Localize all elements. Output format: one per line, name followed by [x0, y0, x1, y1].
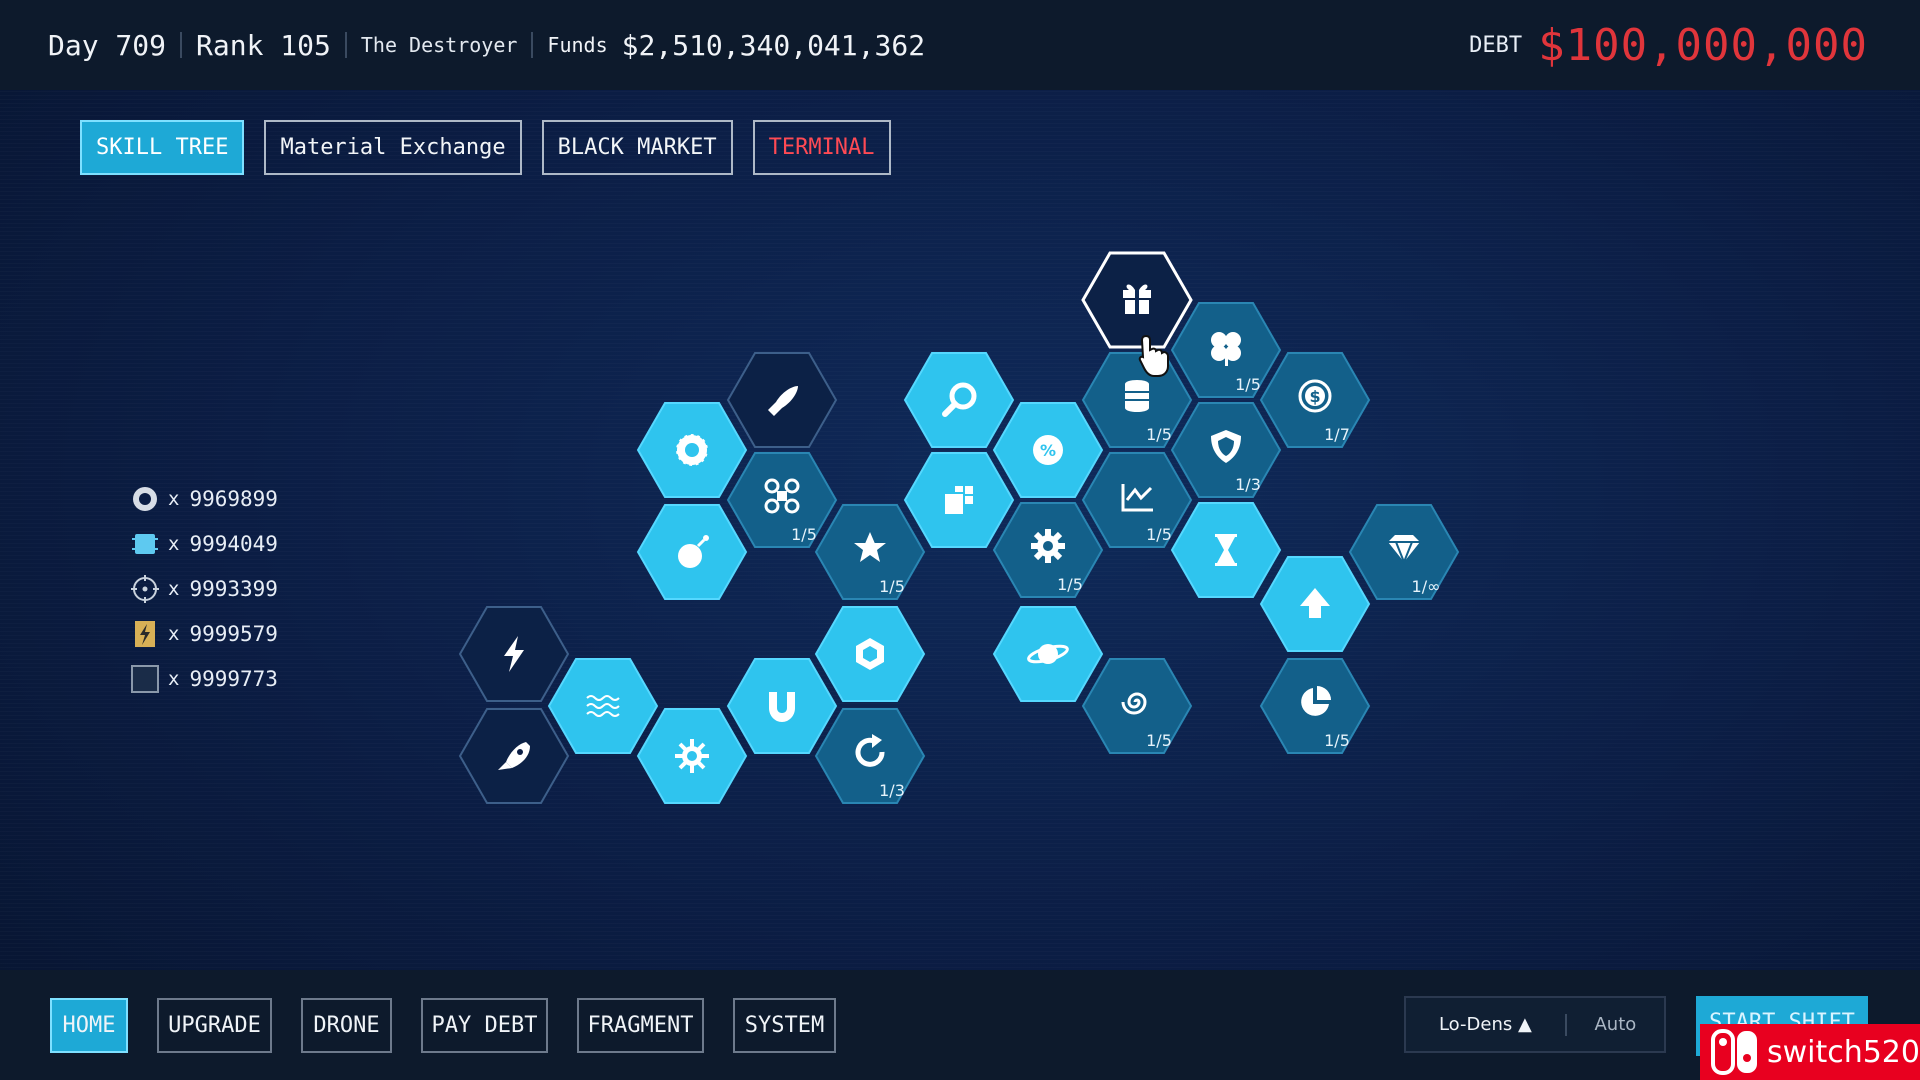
skill-node-diamond[interactable]: 1/∞ — [1349, 504, 1459, 600]
auto-toggle[interactable]: Auto — [1567, 1014, 1664, 1035]
skill-level-label: 1/∞ — [1412, 577, 1441, 596]
pay-debt-button[interactable]: PAY DEBT — [421, 998, 548, 1053]
svg-text:%: % — [1040, 441, 1056, 460]
skill-level-label: 1/5 — [1146, 425, 1172, 444]
skill-node-refresh[interactable]: 1/3 — [815, 708, 925, 804]
skill-node-lightning[interactable] — [459, 606, 569, 702]
svg-text:$: $ — [1309, 387, 1320, 406]
hex-tile — [1082, 452, 1192, 548]
density-dropdown[interactable]: Lo-Dens ▲ — [1406, 1014, 1565, 1035]
skill-level-label: 1/3 — [879, 781, 905, 800]
skill-node-shield[interactable]: 1/3 — [1171, 402, 1281, 498]
cog-icon — [1031, 529, 1065, 563]
system-button[interactable]: SYSTEM — [733, 998, 836, 1053]
watermark-badge: switch520 — [1700, 1024, 1920, 1080]
skill-level-label: 1/5 — [879, 577, 905, 596]
home-button[interactable]: HOME — [50, 998, 128, 1053]
skill-node-magnet[interactable] — [727, 658, 837, 754]
skill-node-coins[interactable]: 1/5 — [1082, 352, 1192, 448]
skill-node-percent[interactable]: % — [993, 402, 1103, 498]
skill-node-arrow-up[interactable] — [1260, 556, 1370, 652]
skill-level-label: 1/5 — [1057, 575, 1083, 594]
drone-button[interactable]: DRONE — [301, 998, 392, 1053]
skill-tree-grid: 1/51/5$1/7%1/31/5 1/51/5 1/5 1/∞1/31/5 1/5 — [459, 251, 1459, 804]
skill-node-waves[interactable] — [548, 658, 658, 754]
hex-tile — [904, 352, 1014, 448]
skill-level-label: 1/7 — [1324, 425, 1350, 444]
skill-node-bullet[interactable] — [727, 352, 837, 448]
skill-node-bomb[interactable] — [637, 504, 747, 600]
switch-logo-icon — [1708, 1029, 1763, 1075]
skill-node-spiral[interactable]: 1/5 — [1082, 658, 1192, 754]
skill-node-clover[interactable]: 1/5 — [1171, 302, 1281, 398]
skill-node-cog[interactable]: 1/5 — [993, 502, 1103, 598]
density-selector[interactable]: Lo-Dens ▲ Auto — [1404, 996, 1666, 1053]
skill-node-chart[interactable]: 1/5 — [1082, 452, 1192, 548]
skill-node-pie[interactable]: 1/5 — [1260, 658, 1370, 754]
skill-node-star[interactable]: 1/5 — [815, 504, 925, 600]
watermark-text: switch520 — [1766, 1034, 1920, 1070]
sawblade-icon — [675, 433, 709, 467]
skill-level-label: 1/5 — [1235, 375, 1261, 394]
skill-node-sawblade[interactable] — [637, 402, 747, 498]
skill-node-magnify[interactable] — [904, 352, 1014, 448]
percent-badge-icon: % — [1033, 435, 1063, 465]
skill-node-gem[interactable] — [815, 606, 925, 702]
skill-node-gift[interactable] — [1081, 251, 1193, 349]
skill-node-sun[interactable] — [637, 708, 747, 804]
skill-level-label: 1/5 — [1324, 731, 1350, 750]
skill-node-blocks[interactable] — [904, 452, 1014, 548]
skill-node-hourglass[interactable] — [1171, 502, 1281, 598]
coins-stack-icon — [1125, 380, 1149, 412]
skill-node-drone[interactable]: 1/5 — [727, 452, 837, 548]
skill-node-rocket[interactable] — [459, 708, 569, 804]
skill-level-label: 1/5 — [791, 525, 817, 544]
upgrade-button[interactable]: UPGRADE — [157, 998, 272, 1053]
skill-node-planet[interactable] — [993, 606, 1103, 702]
skill-node-dollar-coin[interactable]: $1/7 — [1260, 352, 1370, 448]
hex-tile — [727, 658, 837, 754]
fragment-button[interactable]: FRAGMENT — [577, 998, 704, 1053]
skill-level-label: 1/3 — [1235, 475, 1261, 494]
skill-level-label: 1/5 — [1146, 525, 1172, 544]
sun-gear-icon — [675, 739, 709, 773]
skill-level-label: 1/5 — [1146, 731, 1172, 750]
hex-tile — [815, 708, 925, 804]
